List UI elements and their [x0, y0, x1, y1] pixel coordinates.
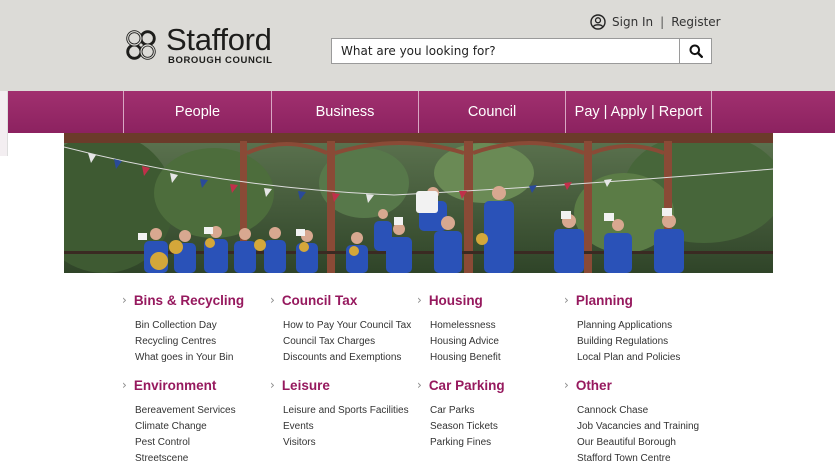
- section-council-tax: › Council Tax How to Pay Your Council Tax…: [270, 292, 415, 366]
- chevron-right-icon: ›: [122, 378, 127, 392]
- section-title[interactable]: Other: [576, 378, 612, 393]
- section-link[interactable]: Local Plan and Policies: [577, 350, 709, 366]
- section-title[interactable]: Council Tax: [282, 293, 358, 308]
- section-leisure: › Leisure Leisure and Sports Facilities E…: [270, 377, 415, 451]
- section-link[interactable]: How to Pay Your Council Tax: [283, 318, 415, 334]
- search-input[interactable]: [332, 39, 679, 63]
- section-link[interactable]: Housing Benefit: [430, 350, 562, 366]
- chevron-right-icon: ›: [417, 293, 422, 307]
- chevron-right-icon: ›: [122, 293, 127, 307]
- section-car-parking: › Car Parking Car Parks Season Tickets Pa…: [417, 377, 562, 451]
- section-link[interactable]: Streetscene: [135, 451, 267, 467]
- sign-in-link[interactable]: Sign In: [612, 15, 653, 29]
- section-bins-recycling: › Bins & Recycling Bin Collection Day Rec…: [122, 292, 267, 366]
- search-icon: [689, 44, 703, 58]
- register-link[interactable]: Register: [671, 15, 720, 29]
- section-planning: › Planning Planning Applications Building…: [564, 292, 709, 366]
- logo-name: Stafford: [166, 22, 272, 57]
- stafford-knot-logo-icon: [126, 30, 156, 60]
- chevron-right-icon: ›: [564, 293, 569, 307]
- section-link[interactable]: Planning Applications: [577, 318, 709, 334]
- section-title[interactable]: Planning: [576, 293, 633, 308]
- account-separator: |: [660, 15, 665, 29]
- search-button[interactable]: [679, 39, 711, 63]
- main-navigation: People Business Council Pay | Apply | Re…: [0, 91, 835, 133]
- section-link[interactable]: Homelessness: [430, 318, 562, 334]
- chevron-right-icon: ›: [417, 378, 422, 392]
- chevron-right-icon: ›: [270, 293, 275, 307]
- hero-image-bandstand: [64, 133, 773, 273]
- section-link[interactable]: Parking Fines: [430, 435, 562, 451]
- section-link[interactable]: Our Beautiful Borough: [577, 435, 709, 451]
- section-link[interactable]: Discounts and Exemptions: [283, 350, 415, 366]
- section-title[interactable]: Environment: [134, 378, 217, 393]
- search-bar: [331, 38, 712, 64]
- chevron-right-icon: ›: [270, 378, 275, 392]
- section-link[interactable]: Leisure and Sports Facilities: [283, 403, 415, 419]
- section-environment: › Environment Bereavement Services Climat…: [122, 377, 267, 467]
- section-link[interactable]: Cannock Chase: [577, 403, 709, 419]
- section-link[interactable]: Car Parks: [430, 403, 562, 419]
- section-link[interactable]: Bereavement Services: [135, 403, 267, 419]
- section-title[interactable]: Housing: [429, 293, 483, 308]
- section-link[interactable]: Council Tax Charges: [283, 334, 415, 350]
- section-link[interactable]: Climate Change: [135, 419, 267, 435]
- section-title[interactable]: Bins & Recycling: [134, 293, 244, 308]
- section-link[interactable]: What goes in Your Bin: [135, 350, 267, 366]
- page-edge: [0, 91, 8, 156]
- section-link[interactable]: Job Vacancies and Training: [577, 419, 709, 435]
- section-title[interactable]: Car Parking: [429, 378, 505, 393]
- section-title[interactable]: Leisure: [282, 378, 330, 393]
- section-link[interactable]: Building Regulations: [577, 334, 709, 350]
- nav-pay-apply-report[interactable]: Pay | Apply | Report: [565, 91, 712, 133]
- section-link[interactable]: Housing Advice: [430, 334, 562, 350]
- user-circle-icon: [590, 14, 606, 30]
- site-header: Stafford BOROUGH COUNCIL Sign In | Regis…: [0, 0, 835, 91]
- logo-subtitle: BOROUGH COUNCIL: [168, 55, 273, 66]
- section-link[interactable]: Bin Collection Day: [135, 318, 267, 334]
- section-link[interactable]: Events: [283, 419, 415, 435]
- section-link[interactable]: Visitors: [283, 435, 415, 451]
- council-logo[interactable]: Stafford BOROUGH COUNCIL: [122, 24, 273, 66]
- section-housing: › Housing Homelessness Housing Advice Hou…: [417, 292, 562, 366]
- nav-people[interactable]: People: [123, 91, 271, 133]
- section-link[interactable]: Pest Control: [135, 435, 267, 451]
- nav-council[interactable]: Council: [418, 91, 565, 133]
- section-link[interactable]: Recycling Centres: [135, 334, 267, 350]
- nav-business[interactable]: Business: [271, 91, 418, 133]
- section-link[interactable]: Season Tickets: [430, 419, 562, 435]
- chevron-right-icon: ›: [564, 378, 569, 392]
- section-link[interactable]: Stafford Town Centre: [577, 451, 709, 467]
- account-links: Sign In | Register: [590, 14, 721, 30]
- section-other: › Other Cannock Chase Job Vacancies and T…: [564, 377, 709, 467]
